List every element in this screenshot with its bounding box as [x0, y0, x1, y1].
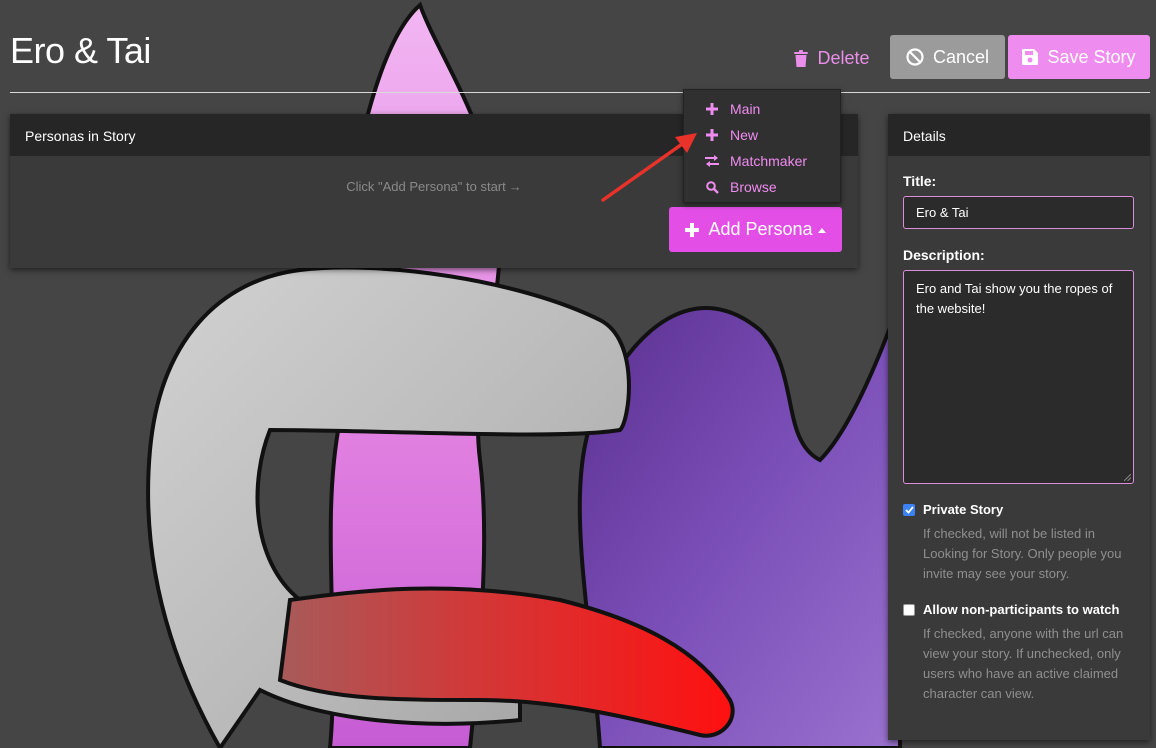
- description-label: Description:: [903, 247, 985, 263]
- allow-watch-help: If checked, anyone with the url can view…: [923, 626, 1124, 701]
- caret-up-icon: [817, 227, 826, 233]
- ban-icon: [906, 48, 924, 66]
- private-story-help: If checked, will not be listed in Lookin…: [923, 526, 1122, 581]
- page-title: Ero & Tai: [10, 30, 151, 71]
- add-persona-menu: Main New Matchmaker Browse: [683, 89, 841, 203]
- plus-icon: [704, 129, 720, 141]
- menu-item-main[interactable]: Main: [684, 96, 840, 122]
- allow-watch-label: Allow non-participants to watch: [923, 602, 1120, 617]
- menu-item-matchmaker[interactable]: Matchmaker: [684, 148, 840, 174]
- private-story-row: Private Story: [903, 502, 1003, 517]
- search-icon: [704, 180, 720, 194]
- details-panel-heading: Details: [888, 114, 1150, 156]
- description-textarea[interactable]: Ero and Tai show you the ropes of the we…: [903, 270, 1134, 484]
- arrow-right-icon: →: [508, 179, 522, 194]
- cancel-button[interactable]: Cancel: [890, 35, 1005, 79]
- allow-watch-checkbox[interactable]: [903, 603, 915, 616]
- personas-empty-hint-text: Click "Add Persona" to start: [346, 179, 506, 194]
- checkmark-icon: [904, 505, 914, 514]
- save-story-button-label: Save Story: [1047, 46, 1136, 67]
- details-panel: Details Title: Ero & Tai Description: Er…: [888, 114, 1150, 740]
- plus-icon: [685, 222, 700, 237]
- menu-item-new[interactable]: New: [684, 122, 840, 148]
- exchange-icon: [704, 155, 720, 167]
- private-story-checkbox[interactable]: [903, 503, 915, 516]
- menu-item-label: Matchmaker: [730, 153, 808, 169]
- menu-item-browse[interactable]: Browse: [684, 174, 840, 200]
- delete-button[interactable]: Delete: [786, 36, 878, 80]
- allow-watch-row: Allow non-participants to watch: [903, 602, 1119, 617]
- resize-grip-icon[interactable]: [1124, 474, 1131, 481]
- menu-item-label: Browse: [730, 179, 777, 195]
- add-persona-button-label: Add Persona: [708, 219, 813, 239]
- header-divider: [10, 92, 1150, 93]
- floppy-disk-icon: [1022, 49, 1039, 65]
- add-persona-button[interactable]: Add Persona: [669, 207, 842, 252]
- trash-icon: [794, 49, 809, 67]
- save-story-button[interactable]: Save Story: [1008, 35, 1150, 79]
- delete-button-label: Delete: [817, 47, 870, 68]
- plus-icon: [704, 103, 720, 115]
- cancel-button-label: Cancel: [932, 46, 990, 67]
- annotation-arrow: [601, 133, 697, 202]
- title-label: Title:: [903, 173, 937, 189]
- story-editor-page: Ero & Tai Delete Cancel Save Story Perso…: [0, 0, 1156, 748]
- private-story-label: Private Story: [923, 502, 1004, 517]
- menu-item-label: Main: [730, 101, 761, 117]
- menu-item-label: New: [730, 127, 759, 143]
- description-text: Ero and Tai show you the ropes of the we…: [916, 281, 1113, 316]
- title-field[interactable]: Ero & Tai: [903, 196, 1134, 229]
